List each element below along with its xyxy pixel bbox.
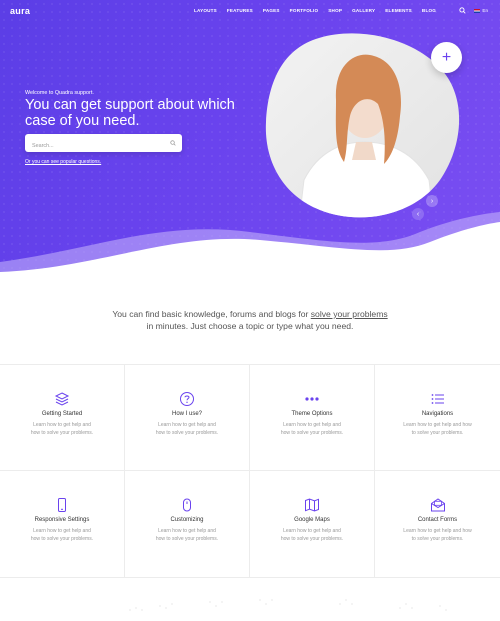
solve-problems-link[interactable]: solve your problems <box>311 309 388 319</box>
footer-map-pattern <box>129 599 447 611</box>
language-selector[interactable]: En <box>474 8 488 13</box>
topic-title: Contact Forms <box>417 517 458 523</box>
topic-title: Theme Options <box>291 411 333 417</box>
menu-item-elements[interactable]: ELEMENTS <box>385 8 412 13</box>
hero-section: aura LAYOUTS FEATURES PAGES PORTFOLIO SH… <box>0 0 500 290</box>
top-nav: aura LAYOUTS FEATURES PAGES PORTFOLIO SH… <box>0 6 500 18</box>
topic-title: Navigations <box>421 411 454 417</box>
topic-card-customizing[interactable]: Customizing Learn how to get help and ho… <box>125 471 250 577</box>
topic-title: Getting Started <box>41 411 83 417</box>
popular-questions-link[interactable]: Or you can see popular questions. <box>25 159 101 165</box>
search-input[interactable] <box>25 137 160 155</box>
topic-text: Learn how to get help and how to solve y… <box>403 422 472 436</box>
topic-text: Learn how to get help and how to solve y… <box>280 528 344 542</box>
envelope-open-icon <box>430 498 445 512</box>
intro-before: You can find basic knowledge, forums and… <box>112 309 311 319</box>
topic-text: Learn how to get help and how to solve y… <box>30 528 94 542</box>
menu-item-gallery[interactable]: GALLERY <box>352 8 375 13</box>
logo[interactable]: aura <box>10 6 30 16</box>
menu-item-blog[interactable]: BLOG <box>422 8 436 13</box>
menu-item-shop[interactable]: SHOP <box>328 8 342 13</box>
list-icon <box>431 394 444 404</box>
topic-card-how-i-use[interactable]: How I use? Learn how to get help and how… <box>125 365 250 471</box>
slider-next-button[interactable]: › <box>426 195 438 207</box>
language-label: En <box>482 8 488 13</box>
question-circle-icon <box>180 392 194 406</box>
menu-item-portfolio[interactable]: PORTFOLIO <box>290 8 319 13</box>
mouse-icon <box>183 498 191 512</box>
intro-text: You can find basic knowledge, forums and… <box>0 308 500 332</box>
topic-text: Learn how to get help and how to solve y… <box>403 528 472 542</box>
dots-icon <box>305 397 319 401</box>
menu-item-pages[interactable]: PAGES <box>263 8 280 13</box>
search-icon[interactable] <box>170 140 176 146</box>
topic-title: Customizing <box>170 517 204 523</box>
phone-icon <box>58 498 66 512</box>
topics-grid: Getting Started Learn how to get help an… <box>0 364 500 578</box>
search-icon[interactable] <box>459 7 466 14</box>
topic-text: Learn how to get help and how to solve y… <box>280 422 344 436</box>
topic-card-theme-options[interactable]: Theme Options Learn how to get help and … <box>250 365 375 471</box>
topic-title: How I use? <box>171 411 202 417</box>
layers-icon <box>54 392 70 406</box>
add-button[interactable]: + <box>431 42 462 73</box>
plus-icon: + <box>441 48 452 66</box>
welcome-text: Welcome to Quadra support. <box>25 90 94 96</box>
main-menu: LAYOUTS FEATURES PAGES PORTFOLIO SHOP GA… <box>194 8 436 13</box>
topic-title: Responsive Settings <box>34 517 90 523</box>
slider-prev-button[interactable]: ‹ <box>412 208 424 220</box>
topic-card-contact-forms[interactable]: Contact Forms Learn how to get help and … <box>375 471 500 577</box>
topic-card-getting-started[interactable]: Getting Started Learn how to get help an… <box>0 365 125 471</box>
map-icon <box>305 498 319 512</box>
topic-card-responsive-settings[interactable]: Responsive Settings Learn how to get hel… <box>0 471 125 577</box>
chevron-right-icon: › <box>430 197 434 205</box>
hero-headline: You can get support about which case of … <box>25 97 235 129</box>
topic-title: Google Maps <box>294 517 330 523</box>
topic-card-google-maps[interactable]: Google Maps Learn how to get help and ho… <box>250 471 375 577</box>
topic-text: Learn how to get help and how to solve y… <box>155 422 219 436</box>
topic-card-navigations[interactable]: Navigations Learn how to get help and ho… <box>375 365 500 471</box>
menu-item-layouts[interactable]: LAYOUTS <box>194 8 217 13</box>
search-box <box>25 134 182 155</box>
chevron-left-icon: ‹ <box>416 210 420 218</box>
menu-item-features[interactable]: FEATURES <box>227 8 253 13</box>
flag-icon <box>474 8 481 13</box>
topic-text: Learn how to get help and how to solve y… <box>30 422 94 436</box>
topic-text: Learn how to get help and how to solve y… <box>155 528 219 542</box>
intro-after: in minutes. Just choose a topic or type … <box>146 321 354 331</box>
